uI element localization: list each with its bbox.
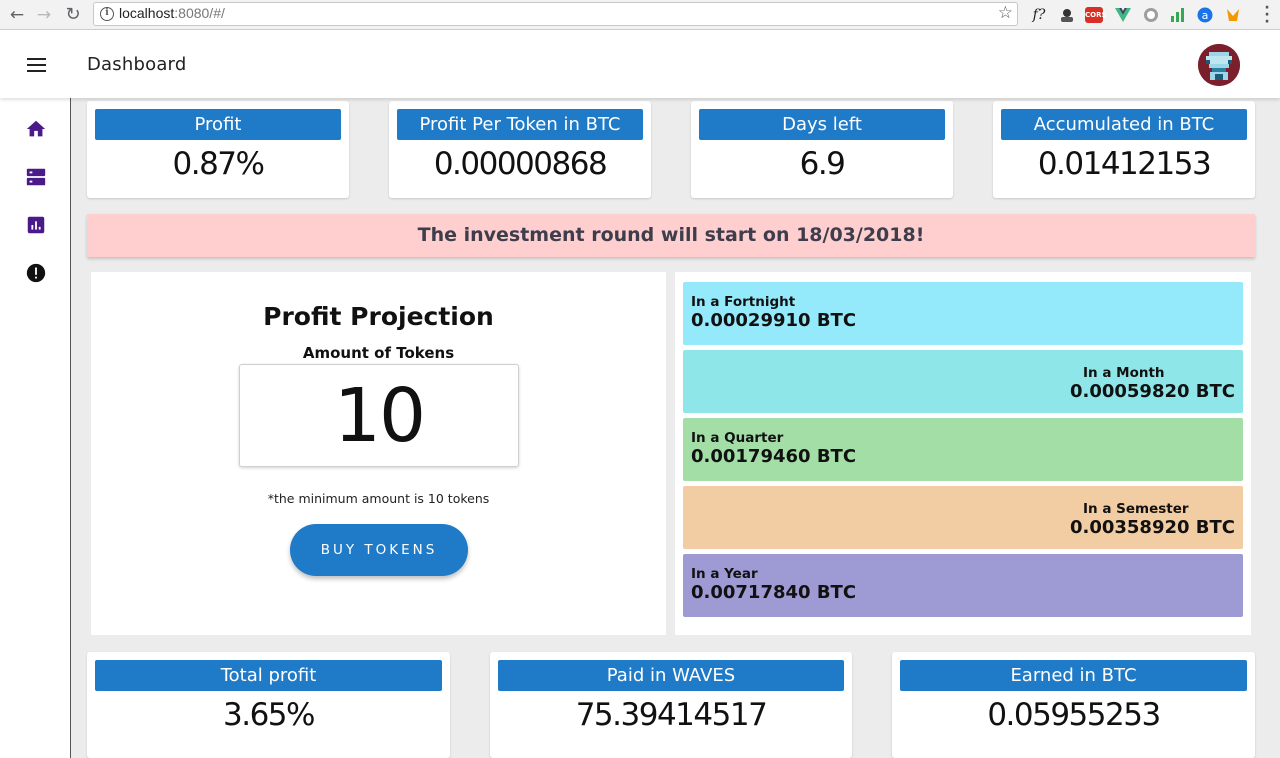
stat-card-value: 3.65%: [223, 697, 315, 733]
page-title: Dashboard: [87, 54, 187, 75]
stat-card-value: 0.00000868: [433, 146, 608, 182]
browser-toolbar: ← → ↻ i localhost:8080/#/ ☆ f? CORS a · ·…: [0, 0, 1280, 30]
period-value: 0.00358920 BTC: [1069, 517, 1235, 538]
forward-icon[interactable]: →: [34, 5, 54, 25]
amount-label: Amount of Tokens: [302, 344, 455, 362]
address-bar[interactable]: i localhost:8080/#/ ☆: [93, 2, 1018, 26]
stat-card-total-profit: Total profit 3.65%: [87, 652, 450, 758]
home-icon[interactable]: [25, 118, 47, 140]
token-amount-input[interactable]: 10: [239, 364, 519, 467]
stat-card-title: Profit: [95, 109, 341, 140]
period-projections-card: In a Fortnight 0.00029910 BTC In a Month…: [675, 272, 1251, 635]
period-value: 0.00059820 BTC: [1069, 381, 1235, 402]
alert-icon[interactable]: [25, 262, 47, 284]
stat-card-value: 75.39414517: [575, 697, 768, 733]
svg-text:a: a: [1202, 9, 1209, 22]
chart-icon[interactable]: [25, 214, 47, 236]
stat-card-earned-in-btc: Earned in BTC 0.05955253: [892, 652, 1255, 758]
stat-card-title: Total profit: [95, 660, 442, 691]
bookmark-star-icon[interactable]: ☆: [998, 3, 1013, 23]
stat-card-title: Profit Per Token in BTC: [397, 109, 643, 140]
period-label: In a Semester: [1083, 501, 1189, 517]
stats-extension-icon[interactable]: [1170, 7, 1186, 23]
storage-icon[interactable]: [25, 166, 47, 188]
sidebar: [0, 98, 71, 758]
fox-extension-icon[interactable]: [1225, 7, 1241, 23]
at-extension-icon[interactable]: a: [1197, 7, 1213, 23]
stat-card-value: 0.87%: [172, 146, 265, 182]
period-label: In a Month: [1083, 365, 1165, 381]
stat-card-profit-per-token: Profit Per Token in BTC 0.00000868: [389, 101, 651, 198]
formula-extension-icon[interactable]: f?: [1031, 7, 1047, 23]
info-icon[interactable]: i: [100, 7, 114, 21]
period-quarter: In a Quarter 0.00179460 BTC: [683, 418, 1243, 481]
main-content: Profit 0.87% Profit Per Token in BTC 0.0…: [71, 98, 1280, 758]
period-label: In a Quarter: [691, 430, 784, 446]
browser-menu-icon[interactable]: · · ·: [1262, 1, 1272, 29]
url-path: :8080/#/: [174, 5, 225, 21]
period-year: In a Year 0.00717840 BTC: [683, 554, 1243, 617]
avatar[interactable]: [1198, 44, 1240, 86]
stat-card-paid-in-waves: Paid in WAVES 75.39414517: [490, 652, 852, 758]
stat-card-profit: Profit 0.87%: [87, 101, 349, 198]
stat-card-accumulated: Accumulated in BTC 0.01412153: [993, 101, 1255, 198]
stat-card-title: Paid in WAVES: [498, 660, 844, 691]
vue-devtools-icon[interactable]: [1115, 7, 1131, 23]
period-label: In a Fortnight: [691, 294, 796, 310]
spy-extension-icon[interactable]: [1058, 7, 1076, 23]
stat-card-value: 6.9: [799, 146, 846, 182]
investment-banner: The investment round will start on 18/03…: [87, 214, 1255, 257]
minimum-note: *the minimum amount is 10 tokens: [267, 491, 490, 506]
stat-card-days-left: Days left 6.9: [691, 101, 953, 198]
stat-card-title: Days left: [699, 109, 945, 140]
projection-title: Profit Projection: [263, 302, 494, 331]
profit-projection-card: Profit Projection Amount of Tokens 10 *t…: [91, 272, 666, 635]
reload-icon[interactable]: ↻: [63, 5, 83, 25]
period-label: In a Year: [691, 566, 758, 582]
period-month: In a Month 0.00059820 BTC: [683, 350, 1243, 413]
back-icon[interactable]: ←: [7, 5, 27, 25]
period-value: 0.00179460 BTC: [691, 446, 857, 467]
stat-card-value: 0.01412153: [1037, 146, 1212, 182]
period-semester: In a Semester 0.00358920 BTC: [683, 486, 1243, 549]
buy-tokens-button[interactable]: BUY TOKENS: [290, 524, 468, 576]
cors-extension-icon[interactable]: CORS: [1085, 7, 1107, 23]
stat-card-title: Earned in BTC: [900, 660, 1247, 691]
stat-card-title: Accumulated in BTC: [1001, 109, 1247, 140]
stat-card-value: 0.05955253: [987, 697, 1161, 733]
hamburger-menu-icon[interactable]: [27, 58, 46, 72]
period-value: 0.00717840 BTC: [691, 582, 857, 603]
url-text: localhost:8080/#/: [119, 5, 225, 21]
url-host: localhost: [119, 5, 175, 21]
app-header: Dashboard: [0, 30, 1280, 98]
period-fortnight: In a Fortnight 0.00029910 BTC: [683, 282, 1243, 345]
circle-extension-icon[interactable]: [1143, 7, 1159, 23]
period-value: 0.00029910 BTC: [691, 310, 857, 331]
